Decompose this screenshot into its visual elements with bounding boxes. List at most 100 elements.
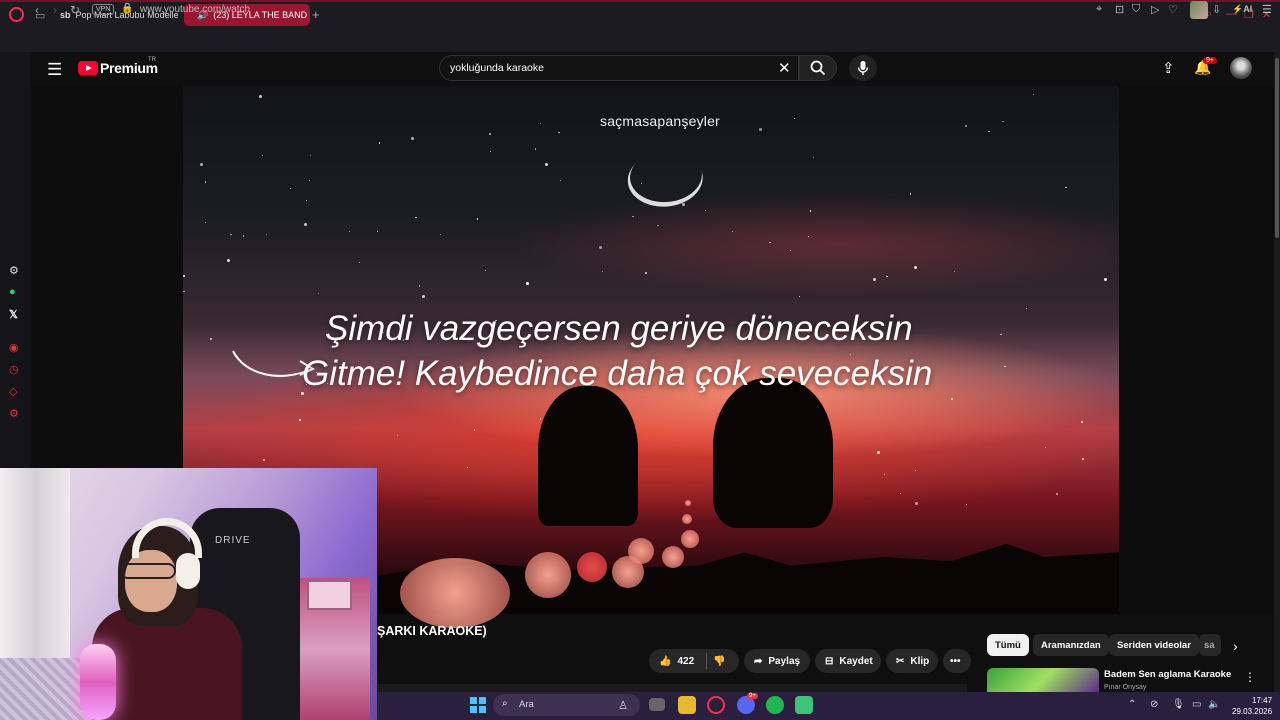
search-button[interactable] xyxy=(799,55,837,81)
snapshot-icon[interactable]: ⊡ xyxy=(1115,3,1124,16)
star xyxy=(789,250,791,252)
whatsapp-icon[interactable]: ● xyxy=(9,286,16,298)
new-tab-icon[interactable]: + xyxy=(312,7,320,22)
heart-icon[interactable]: ♡ xyxy=(1168,3,1178,16)
star xyxy=(1002,120,1004,123)
aria-ai-button[interactable]: ⚡AI xyxy=(1232,4,1252,15)
youtube-logo-icon[interactable] xyxy=(78,61,98,75)
scrollbar-thumb[interactable] xyxy=(1275,58,1279,238)
windows-start-icon[interactable] xyxy=(470,697,486,713)
star xyxy=(705,210,707,212)
account-avatar[interactable] xyxy=(1230,57,1252,79)
star xyxy=(886,275,888,278)
thumbs-down-icon[interactable]: 👎 xyxy=(713,656,725,667)
history-icon[interactable]: ◷ xyxy=(9,363,19,376)
region-code: TR xyxy=(148,57,156,63)
bokeh-light xyxy=(628,538,654,564)
star xyxy=(884,474,886,476)
date: 29.03.2026 xyxy=(1232,707,1273,716)
search-icon: ⌕ xyxy=(502,698,508,709)
more-actions-button[interactable]: ••• xyxy=(943,649,971,673)
upload-icon[interactable]: ⇪ xyxy=(1162,59,1175,77)
star xyxy=(798,295,800,297)
file-explorer-icon[interactable] xyxy=(678,696,696,714)
chevron-right-icon[interactable]: › xyxy=(1233,638,1238,654)
pinboard-icon[interactable]: ◇ xyxy=(9,385,17,398)
taskbar-clock[interactable]: 17:47 29.03.2026 xyxy=(1232,695,1272,717)
save-button[interactable]: ⊟ Kaydet xyxy=(815,649,881,673)
star xyxy=(489,133,491,135)
star xyxy=(1044,447,1046,449)
star xyxy=(358,262,360,264)
star xyxy=(915,470,917,472)
chip-from-series[interactable]: Seriden videolar xyxy=(1109,634,1199,656)
menu-icon[interactable]: ☰ xyxy=(1262,3,1272,16)
star xyxy=(418,285,421,287)
tray-status-icon[interactable]: ⊘ xyxy=(1150,699,1158,710)
opera-logo-icon[interactable] xyxy=(9,7,24,22)
reload-icon[interactable]: ↻ xyxy=(70,3,80,17)
star xyxy=(378,142,381,144)
settings-icon[interactable]: ⚙ xyxy=(9,407,19,420)
recommendation-thumbnail[interactable] xyxy=(987,668,1099,692)
headphones-ear xyxy=(176,553,200,589)
share-button[interactable]: ➦ Paylaş xyxy=(744,649,810,673)
search-value[interactable]: yokluğunda karaoke xyxy=(450,62,544,74)
star xyxy=(1000,333,1002,336)
clip-button[interactable]: ✂ Klip xyxy=(886,649,938,673)
recommendation-title[interactable]: Badem Sen aglama Karaoke xyxy=(1104,669,1231,680)
app-icon[interactable] xyxy=(795,696,813,714)
star xyxy=(1056,493,1058,495)
player-icon[interactable]: ▷ xyxy=(1151,3,1159,16)
star xyxy=(645,272,647,274)
volume-icon[interactable]: 🔈 xyxy=(1208,699,1220,710)
recommendation-channel[interactable]: Pınar Onysay xyxy=(1104,684,1146,691)
back-icon[interactable]: ‹ xyxy=(35,3,39,17)
shield-icon[interactable]: ⛉ xyxy=(1132,3,1140,16)
bokeh-light xyxy=(525,552,571,598)
monitor-icon[interactable]: ▭ xyxy=(1192,699,1201,710)
star xyxy=(657,224,659,227)
task-view-icon[interactable] xyxy=(649,698,665,711)
taskbar-search-placeholder[interactable]: Ara xyxy=(519,699,534,710)
microphone-tray-icon[interactable]: 🎙 xyxy=(1172,699,1185,710)
kebab-menu-icon[interactable]: ⋮ xyxy=(1244,670,1256,684)
lock-icon[interactable]: 🔒 xyxy=(121,3,133,14)
download-icon[interactable]: ⇩ xyxy=(1212,3,1221,16)
profile-thumbnail[interactable] xyxy=(1190,1,1208,19)
opera-sidebar xyxy=(0,52,30,468)
star xyxy=(377,231,379,233)
like-button[interactable]: 👍 422 👎 xyxy=(649,649,739,673)
voice-search-button[interactable] xyxy=(849,55,877,81)
star xyxy=(303,222,307,226)
tray-chevron-icon[interactable]: ⌃ xyxy=(1128,699,1136,710)
star xyxy=(210,338,212,340)
star xyxy=(909,193,912,195)
thumbs-up-icon: 👍 xyxy=(659,655,672,667)
bokeh-light xyxy=(682,514,692,524)
star xyxy=(954,270,956,272)
clear-search-icon[interactable]: ✕ xyxy=(778,59,791,77)
chip-from-search[interactable]: Aramanızdan xyxy=(1033,634,1109,656)
url-field[interactable]: www.youtube.com/watch xyxy=(140,4,250,15)
star xyxy=(1065,186,1067,189)
forward-icon[interactable]: › xyxy=(53,3,57,17)
page-left-margin xyxy=(30,86,183,468)
time: 17:47 xyxy=(1252,696,1273,705)
chatgpt-icon[interactable]: ⚙ xyxy=(9,264,19,277)
hamburger-menu-icon[interactable]: ☰ xyxy=(47,60,62,80)
vpn-badge[interactable]: VPN xyxy=(92,4,115,15)
opera-taskbar-icon[interactable] xyxy=(707,696,725,714)
spotify-icon[interactable] xyxy=(766,696,784,714)
player-sidebar-icon[interactable]: ◉ xyxy=(9,341,19,354)
bokeh-light xyxy=(577,552,607,582)
star xyxy=(309,180,311,182)
chip-all[interactable]: Tümü xyxy=(987,634,1029,656)
bookmark-pin-icon[interactable]: ⌖ xyxy=(1096,3,1102,16)
chip-truncated[interactable]: sa xyxy=(1199,634,1221,656)
widget-icon[interactable]: ♙ xyxy=(614,696,632,714)
star xyxy=(205,221,207,223)
star xyxy=(915,502,919,506)
like-count: 422 xyxy=(677,655,695,667)
x-icon[interactable]: 𝕏 xyxy=(9,308,18,321)
